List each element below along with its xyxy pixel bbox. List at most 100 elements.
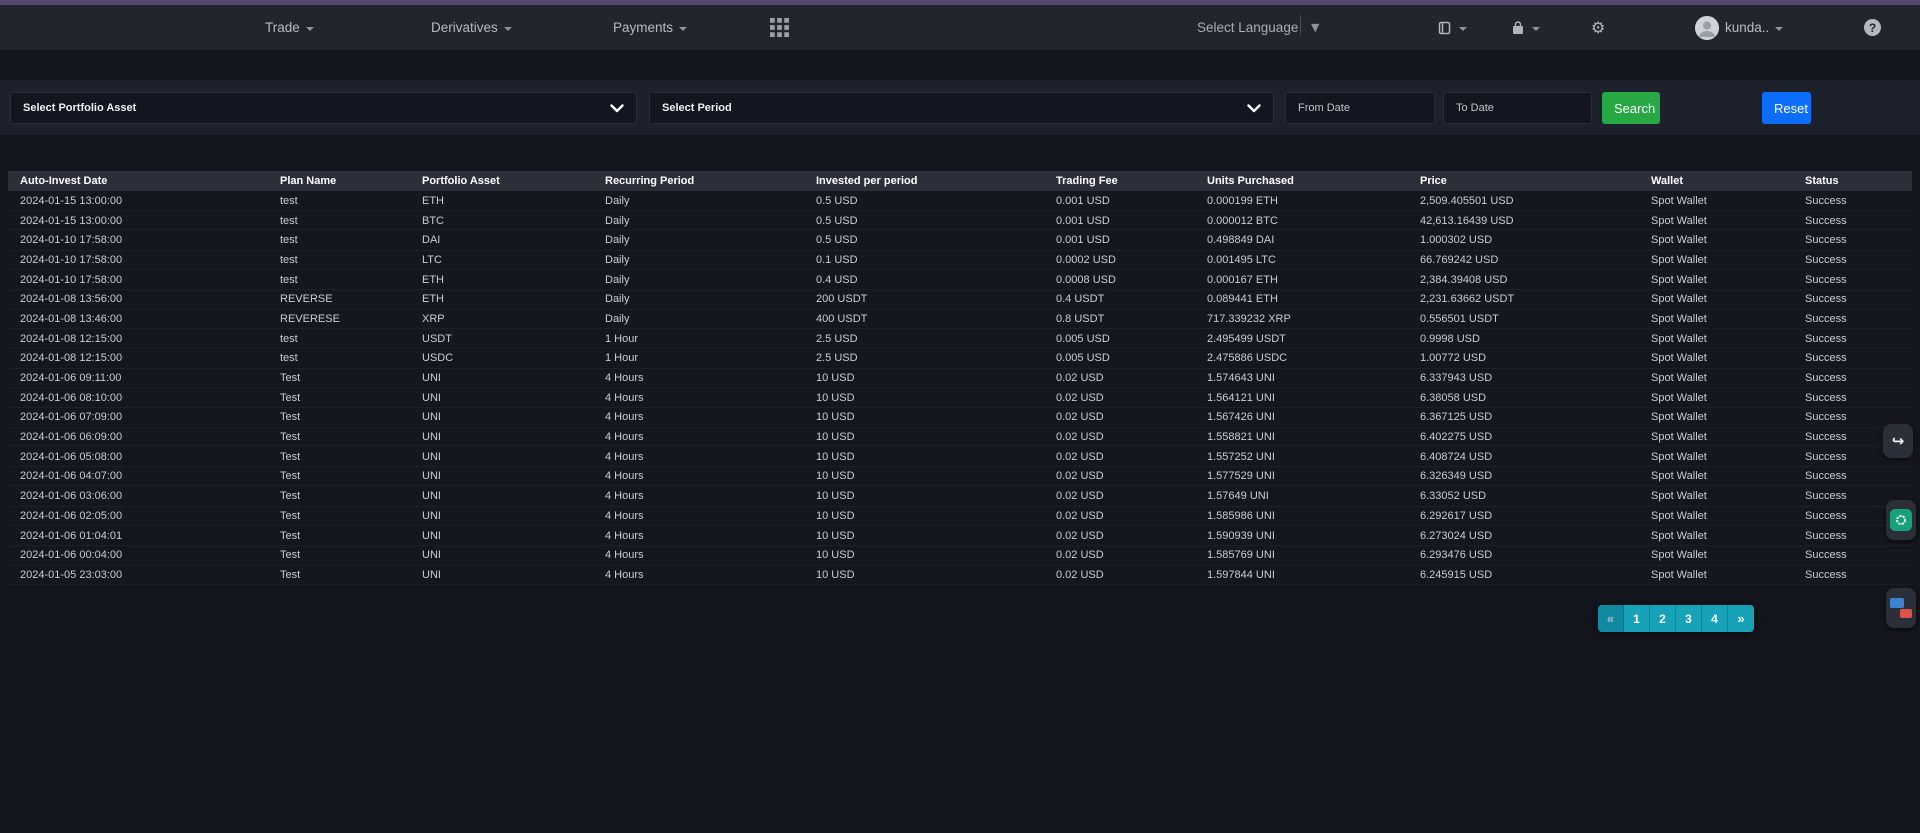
table-cell: test <box>268 250 410 270</box>
pagination-next-button[interactable]: » <box>1728 605 1754 632</box>
table-cell: 0.02 USD <box>1044 388 1195 408</box>
table-cell: test <box>268 211 410 231</box>
table-cell: 0.02 USD <box>1044 545 1195 565</box>
nav-divider <box>1300 15 1301 35</box>
assistant-widget-button[interactable] <box>1886 500 1916 540</box>
table-cell: 2024-01-10 17:58:00 <box>8 270 268 290</box>
nav-derivatives[interactable]: Derivatives <box>431 5 512 50</box>
table-cell: 4 Hours <box>593 506 804 526</box>
table-cell: 6.293476 USD <box>1408 545 1639 565</box>
help-icon: ? <box>1864 19 1881 36</box>
table-cell: 10 USD <box>804 388 1044 408</box>
table-cell: 0.02 USD <box>1044 427 1195 447</box>
nav-payments[interactable]: Payments <box>613 5 687 50</box>
column-header: Trading Fee <box>1044 171 1195 191</box>
table-cell: ETH <box>410 289 593 309</box>
table-cell: test <box>268 270 410 290</box>
table-cell: Spot Wallet <box>1639 467 1793 487</box>
pagination-page-4-button[interactable]: 4 <box>1702 605 1728 632</box>
table-cell: Success <box>1793 250 1912 270</box>
table-cell: 0.001495 LTC <box>1195 250 1408 270</box>
table-cell: 6.33052 USD <box>1408 486 1639 506</box>
table-row: 2024-01-06 06:09:00TestUNI4 Hours10 USD0… <box>8 427 1912 447</box>
table-cell: REVERSE <box>268 289 410 309</box>
table-cell: Spot Wallet <box>1639 506 1793 526</box>
table-cell: Spot Wallet <box>1639 191 1793 211</box>
table-cell: 2.495499 USDT <box>1195 329 1408 349</box>
table-row: 2024-01-06 09:11:00TestUNI4 Hours10 USD0… <box>8 368 1912 388</box>
reset-button[interactable]: Reset <box>1762 92 1811 124</box>
pagination-page-2-button[interactable]: 2 <box>1650 605 1676 632</box>
table-cell: 0.5 USD <box>804 230 1044 250</box>
chevron-down-icon <box>1532 27 1540 31</box>
avatar <box>1695 16 1719 40</box>
wallet-icon <box>1437 20 1453 36</box>
pagination-page-1-button[interactable]: 1 <box>1624 605 1650 632</box>
to-date-input[interactable] <box>1443 92 1592 124</box>
table-cell: 0.02 USD <box>1044 506 1195 526</box>
table-cell: 0.498849 DAI <box>1195 230 1408 250</box>
settings-button[interactable]: ⚙ <box>1591 5 1605 50</box>
table-cell: 10 USD <box>804 368 1044 388</box>
language-selector[interactable]: Select Language <box>1197 5 1298 50</box>
table-cell: 4 Hours <box>593 565 804 585</box>
table-cell: 10 USD <box>804 565 1044 585</box>
table-cell: 2024-01-06 09:11:00 <box>8 368 268 388</box>
table-row: 2024-01-05 23:03:00TestUNI4 Hours10 USD0… <box>8 565 1912 585</box>
table-row: 2024-01-08 12:15:00testUSDC1 Hour2.5 USD… <box>8 349 1912 369</box>
table-cell: Spot Wallet <box>1639 230 1793 250</box>
table-cell: 0.000199 ETH <box>1195 191 1408 211</box>
search-button[interactable]: Search <box>1602 92 1660 124</box>
table-cell: 1.585769 UNI <box>1195 545 1408 565</box>
portfolio-asset-select[interactable]: Select Portfolio Asset <box>10 92 637 124</box>
table-cell: 1.574643 UNI <box>1195 368 1408 388</box>
table-cell: 0.5 USD <box>804 211 1044 231</box>
pagination-prev-button[interactable]: « <box>1598 605 1624 632</box>
table-cell: 6.408724 USD <box>1408 447 1639 467</box>
table-cell: BTC <box>410 211 593 231</box>
table-cell: 2024-01-06 02:05:00 <box>8 506 268 526</box>
table-cell: REVERESE <box>268 309 410 329</box>
table-row: 2024-01-06 07:09:00TestUNI4 Hours10 USD0… <box>8 408 1912 428</box>
table-cell: 0.005 USD <box>1044 329 1195 349</box>
table-cell: 2,509.405501 USD <box>1408 191 1639 211</box>
table-cell: Test <box>268 408 410 428</box>
table-cell: Daily <box>593 250 804 270</box>
chat-widget-button[interactable] <box>1886 588 1916 628</box>
table-cell: 10 USD <box>804 545 1044 565</box>
nav-trade[interactable]: Trade <box>265 5 314 50</box>
period-select-value: Select Period <box>662 102 732 114</box>
table-cell: Spot Wallet <box>1639 408 1793 428</box>
share-widget-button[interactable]: ↪ <box>1883 424 1913 458</box>
table-cell: 4 Hours <box>593 545 804 565</box>
table-cell: 2024-01-15 13:00:00 <box>8 211 268 231</box>
table-cell: 0.02 USD <box>1044 408 1195 428</box>
column-header: Status <box>1793 171 1912 191</box>
help-button[interactable]: ? <box>1864 5 1881 50</box>
table-cell: Test <box>268 545 410 565</box>
table-cell: 2024-01-10 17:58:00 <box>8 230 268 250</box>
table-cell: ETH <box>410 191 593 211</box>
table-cell: 0.02 USD <box>1044 565 1195 585</box>
table-cell: 2024-01-06 01:04:01 <box>8 526 268 546</box>
user-menu[interactable]: kunda.. <box>1695 5 1783 50</box>
column-header: Portfolio Asset <box>410 171 593 191</box>
wallet-menu[interactable] <box>1437 5 1467 50</box>
table-body: 2024-01-15 13:00:00testETHDaily0.5 USD0.… <box>8 191 1912 585</box>
table-header-row: Auto-Invest DatePlan NamePortfolio Asset… <box>8 171 1912 191</box>
pagination-page-3-button[interactable]: 3 <box>1676 605 1702 632</box>
table-cell: test <box>268 329 410 349</box>
table-cell: Spot Wallet <box>1639 211 1793 231</box>
table-cell: Spot Wallet <box>1639 368 1793 388</box>
table-cell: 4 Hours <box>593 526 804 546</box>
table-cell: Spot Wallet <box>1639 388 1793 408</box>
period-select[interactable]: Select Period <box>649 92 1274 124</box>
chevrons-right-icon: » <box>1737 611 1744 626</box>
table-cell: Success <box>1793 270 1912 290</box>
table-cell: 10 USD <box>804 506 1044 526</box>
apps-grid-icon[interactable] <box>770 5 789 50</box>
orders-menu[interactable] <box>1510 5 1540 50</box>
from-date-input[interactable] <box>1285 92 1435 124</box>
language-dropdown-trigger[interactable]: ▼ <box>1311 5 1319 50</box>
table-cell: 2024-01-10 17:58:00 <box>8 250 268 270</box>
